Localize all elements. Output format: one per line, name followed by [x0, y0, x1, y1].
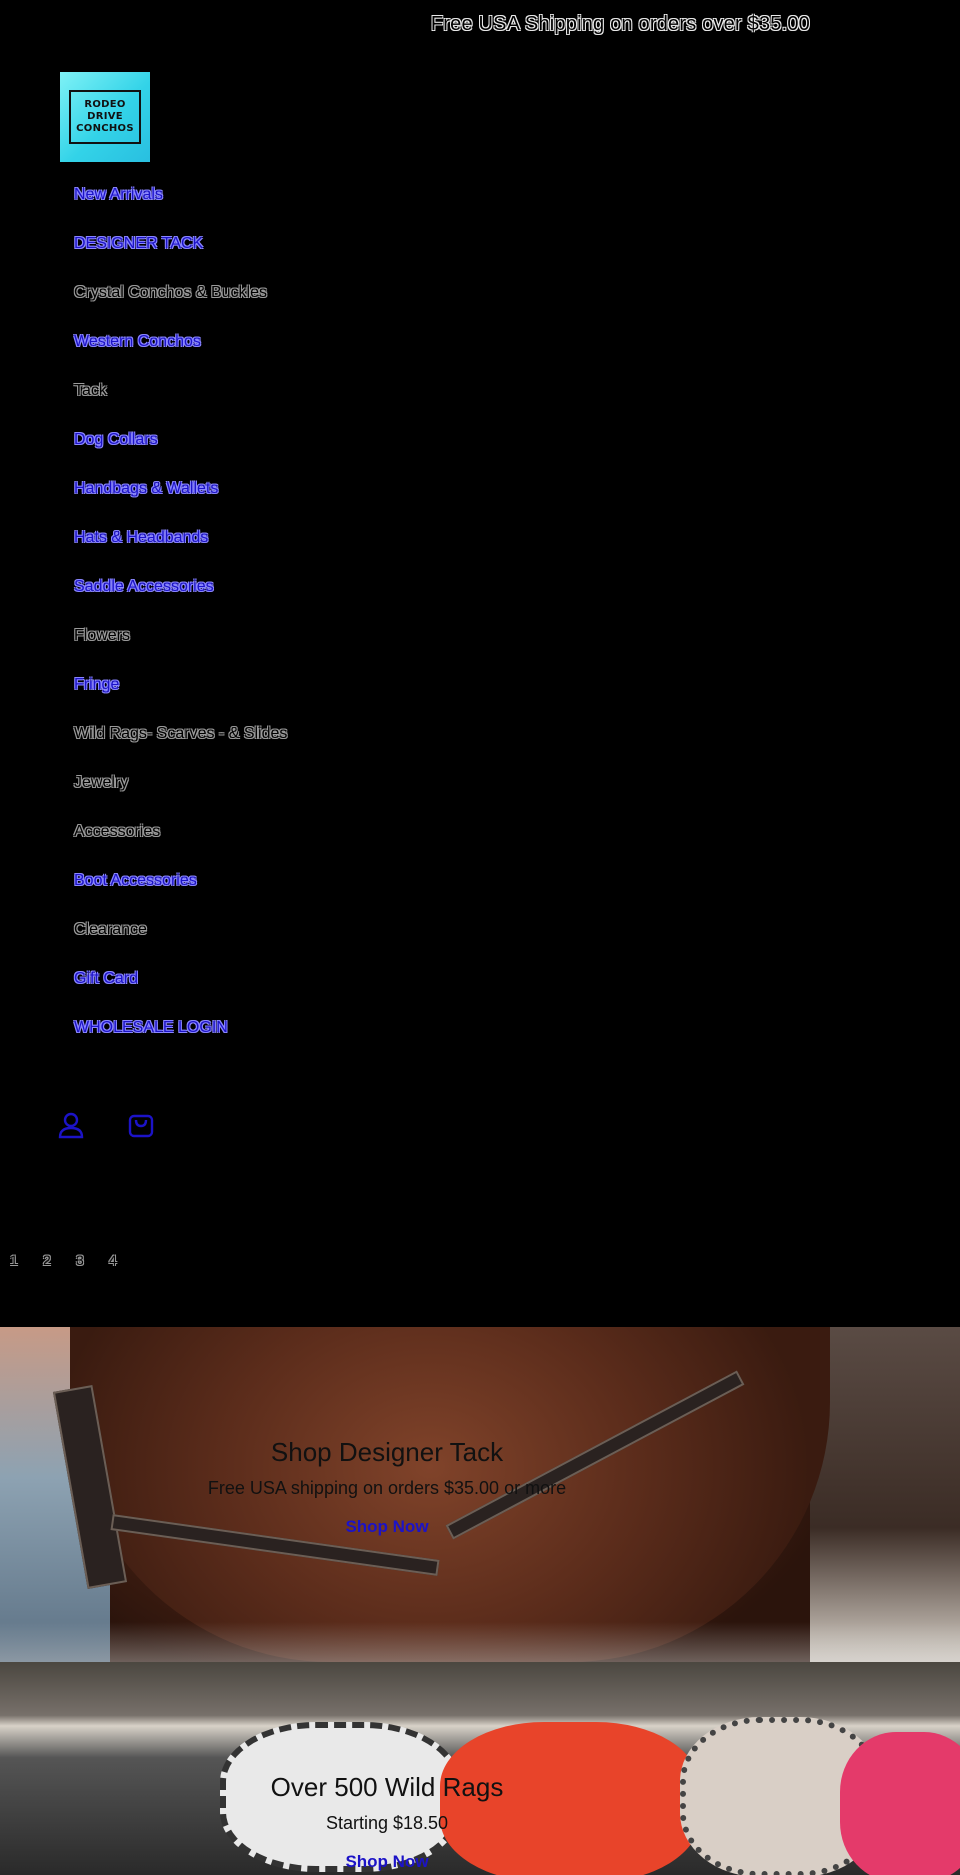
announcement-bar: Free USA Shipping on orders over $35.00: [0, 0, 960, 48]
nav-item-flowers[interactable]: Flowers: [74, 623, 474, 672]
account-icon[interactable]: [56, 1110, 86, 1140]
cart-icon[interactable]: [126, 1110, 156, 1140]
nav-item-clearance[interactable]: Clearance: [74, 917, 474, 966]
slider-page-2[interactable]: 2: [43, 1252, 76, 1268]
ground-image: [0, 1622, 960, 1662]
nav-item-dog-collars[interactable]: Dog Collars: [74, 427, 474, 476]
nav-item-western-conchos[interactable]: Western Conchos: [74, 329, 474, 378]
slider-page-4[interactable]: 4: [109, 1252, 142, 1268]
logo-text-line3: CONCHOS: [76, 123, 134, 134]
slide-title: Shop Designer Tack: [270, 1437, 504, 1467]
slide-title: Over 500 Wild Rags: [270, 1772, 504, 1802]
nav-item-jewelry[interactable]: Jewelry: [74, 770, 474, 819]
nav-item-designer-tack[interactable]: DESIGNER TACK: [74, 231, 474, 280]
nav-item-wholesale-login[interactable]: WHOLESALE LOGIN: [74, 1015, 474, 1064]
slide-subtitle: Free USA shipping on orders $35.00 or mo…: [207, 1478, 567, 1498]
nav-item-wild-rags[interactable]: Wild Rags- Scarves - & Slides: [74, 721, 474, 770]
nav-item-saddle-accessories[interactable]: Saddle Accessories: [74, 574, 474, 623]
nav-item-crystal-conchos[interactable]: Crystal Conchos & Buckles: [74, 280, 474, 329]
slider-pagination: 1 2 3 4: [10, 1252, 142, 1268]
shop-now-link[interactable]: Shop Now: [345, 1852, 428, 1872]
nav-item-handbags-wallets[interactable]: Handbags & Wallets: [74, 476, 474, 525]
slide-content: Shop Designer Tack Free USA shipping on …: [0, 1437, 774, 1537]
site-logo[interactable]: RODEO DRIVE CONCHOS: [60, 72, 150, 162]
nav-item-new-arrivals[interactable]: New Arrivals: [74, 182, 474, 231]
shop-now-link[interactable]: Shop Now: [345, 1517, 428, 1537]
wild-rag-image: [840, 1732, 960, 1875]
slide-content: Over 500 Wild Rags Starting $18.50 Shop …: [0, 1772, 774, 1872]
main-navigation: New Arrivals DESIGNER TACK Crystal Conch…: [74, 182, 474, 1064]
slide-wild-rags: Over 500 Wild Rags Starting $18.50 Shop …: [0, 1662, 960, 1875]
logo-text-line1: RODEO: [84, 99, 126, 110]
slide-subtitle: Starting $18.50: [325, 1813, 449, 1833]
slider-page-1[interactable]: 1: [10, 1252, 43, 1268]
header-icons: [56, 1110, 156, 1140]
slide-image-background: [810, 1327, 960, 1662]
nav-item-accessories[interactable]: Accessories: [74, 819, 474, 868]
nav-item-hats-headbands[interactable]: Hats & Headbands: [74, 525, 474, 574]
announcement-text: Free USA Shipping on orders over $35.00: [430, 12, 810, 35]
slide-designer-tack: Shop Designer Tack Free USA shipping on …: [0, 1327, 960, 1662]
nav-item-gift-card[interactable]: Gift Card: [74, 966, 474, 1015]
slider-page-3[interactable]: 3: [76, 1252, 109, 1268]
nav-item-tack[interactable]: Tack: [74, 378, 474, 427]
logo-frame: RODEO DRIVE CONCHOS: [69, 90, 141, 144]
nav-item-boot-accessories[interactable]: Boot Accessories: [74, 868, 474, 917]
nav-item-fringe[interactable]: Fringe: [74, 672, 474, 721]
logo-text-line2: DRIVE: [87, 111, 123, 122]
